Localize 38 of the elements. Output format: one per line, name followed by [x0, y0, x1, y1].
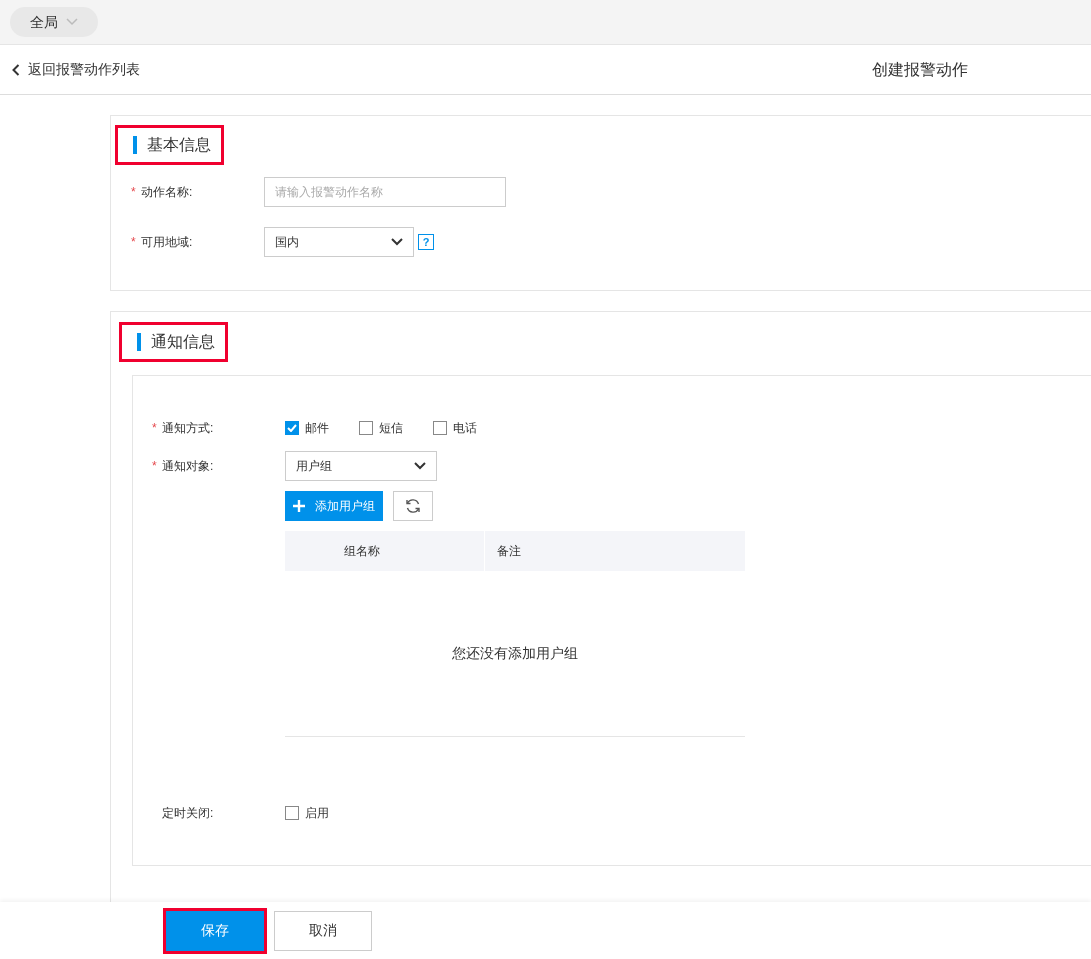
checkbox[interactable] — [359, 421, 373, 435]
column-header: 组名称 — [285, 531, 485, 571]
back-link[interactable]: 返回报警动作列表 — [12, 59, 140, 80]
column-header: 备注 — [496, 543, 522, 560]
field-label: 可用地域: — [141, 234, 193, 251]
required-asterisk: * — [131, 184, 137, 201]
field-label: 通知对象: — [162, 458, 214, 475]
target-select[interactable]: 用户组 — [285, 451, 437, 481]
checkbox[interactable] — [433, 421, 447, 435]
checkbox-label: 邮件 — [305, 420, 329, 437]
cancel-button[interactable]: 取消 — [274, 910, 372, 951]
region-select[interactable]: 国内 — [264, 227, 414, 257]
field-label: 定时关闭: — [162, 805, 214, 822]
field-label: 通知方式: — [162, 420, 214, 437]
required-asterisk: * — [131, 234, 137, 251]
scope-dropdown[interactable]: 全局 — [10, 7, 98, 37]
text-input[interactable]: 请输入报警动作名称 — [264, 177, 506, 207]
chevron-down-icon — [66, 18, 78, 26]
plus-icon — [293, 500, 305, 512]
refresh-icon — [405, 498, 421, 514]
page-title: 创建报警动作 — [872, 59, 968, 80]
empty-message: 您还没有添加用户组 — [452, 644, 578, 663]
checkbox[interactable] — [285, 806, 299, 820]
field-label: 动作名称: — [141, 184, 193, 201]
chevron-down-icon — [391, 238, 403, 246]
checkbox-label: 短信 — [379, 420, 403, 437]
section-title: 通知信息 — [151, 332, 215, 352]
chevron-down-icon — [414, 462, 426, 470]
section-title: 基本信息 — [147, 135, 211, 155]
refresh-button[interactable] — [393, 491, 433, 521]
checkbox[interactable] — [285, 421, 299, 435]
accent-bar — [137, 333, 141, 351]
checkbox-label: 启用 — [305, 805, 329, 822]
accent-bar — [133, 136, 137, 154]
required-asterisk: * — [152, 420, 158, 437]
chevron-left-icon — [12, 63, 20, 76]
checkbox-label: 电话 — [453, 420, 477, 437]
required-asterisk: * — [152, 458, 158, 475]
